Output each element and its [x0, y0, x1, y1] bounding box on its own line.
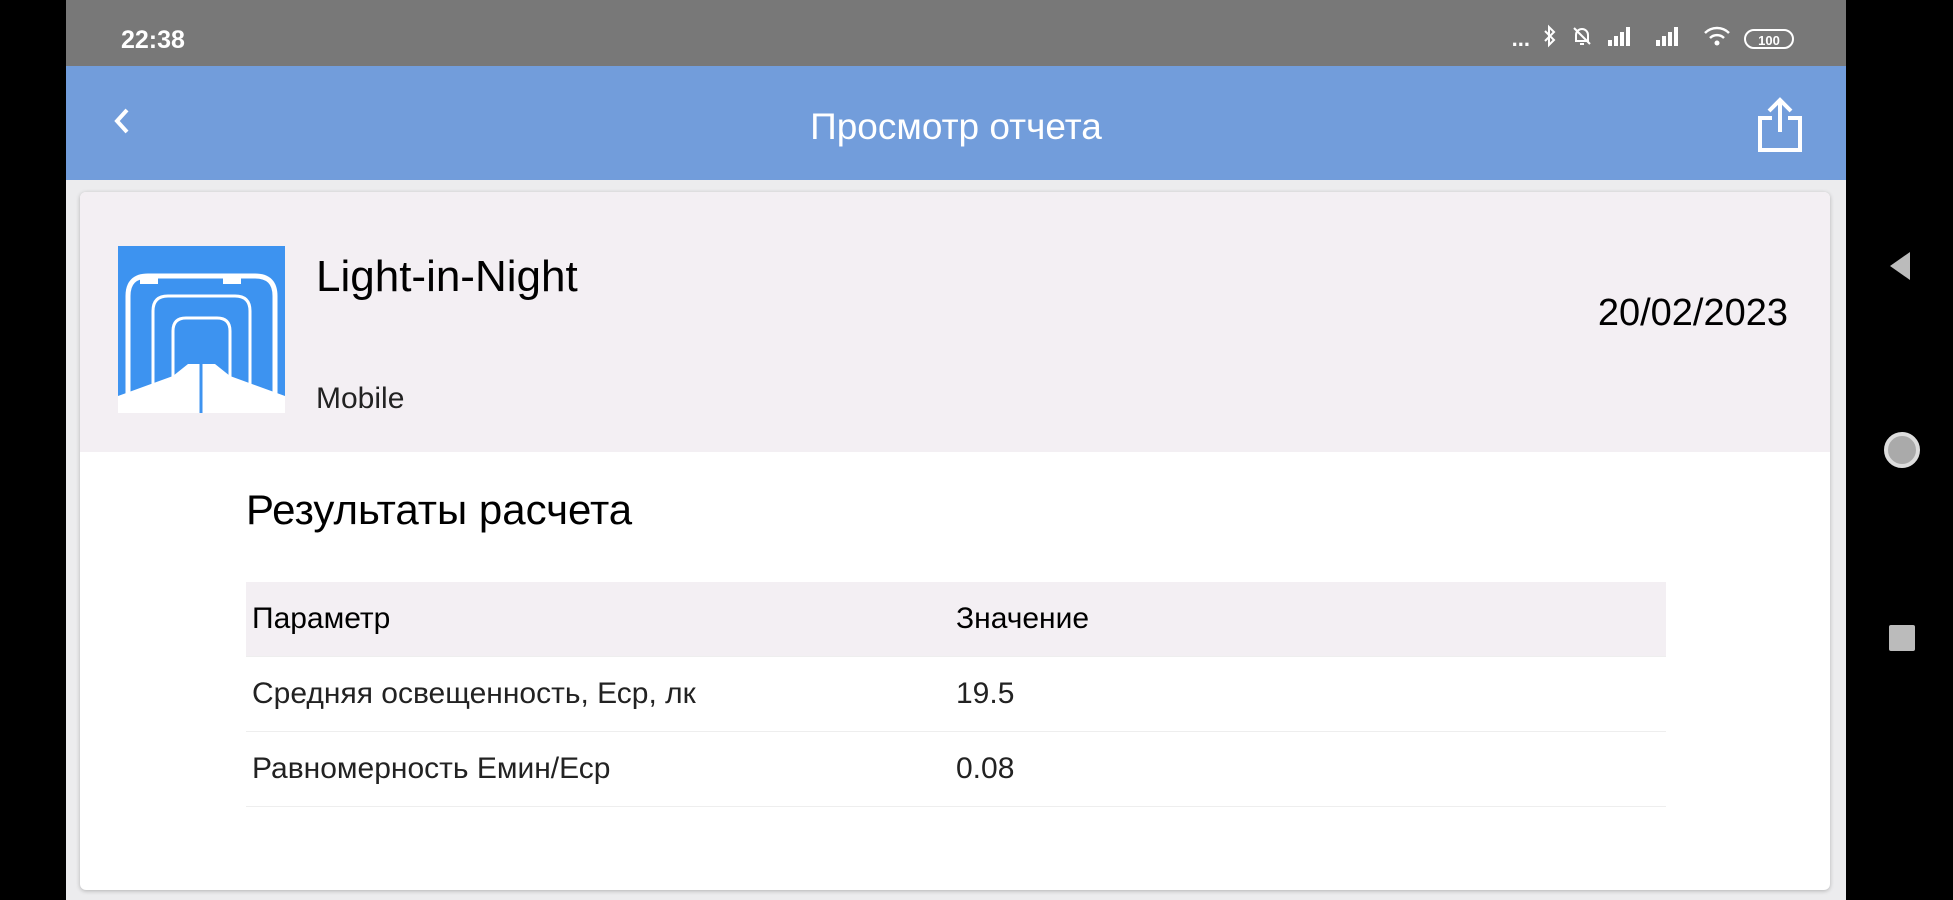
row-value: 19.5	[956, 677, 1015, 710]
status-icons: ... 100	[1512, 24, 1794, 54]
report-card: Light-in-Night Mobile 20/02/2023 Результ…	[80, 192, 1830, 890]
header-value: Значение	[956, 602, 1090, 635]
mute-icon	[1570, 24, 1594, 54]
nav-home-button[interactable]	[1882, 430, 1922, 470]
report-date: 20/02/2023	[1597, 292, 1788, 334]
battery-icon: 100	[1744, 29, 1794, 49]
report-title: Light-in-Night	[316, 252, 578, 301]
row-param: Средняя освещенность, Еср, лк	[252, 677, 696, 710]
nav-recents-icon	[1889, 625, 1915, 651]
row-value: 0.08	[956, 752, 1015, 785]
app-bar: Просмотр отчета	[66, 66, 1846, 180]
table-row: Равномерность Емин/Еср 0.08	[246, 732, 1666, 807]
wifi-icon	[1702, 24, 1732, 54]
nav-back-icon	[1890, 252, 1910, 280]
report-header: Light-in-Night Mobile 20/02/2023	[80, 192, 1830, 452]
bluetooth-icon	[1542, 24, 1558, 54]
more-dots-icon: ...	[1511, 26, 1530, 51]
nav-back-button[interactable]	[1882, 246, 1922, 286]
signal-icon	[1606, 24, 1642, 54]
status-time: 22:38	[121, 26, 185, 54]
phone-screen: 22:38 ... 100 Просмотр отчета Light-in-N…	[66, 0, 1846, 900]
status-bar: 22:38 ... 100	[66, 0, 1846, 66]
app-title: Просмотр отчета	[810, 106, 1102, 147]
system-nav-bar	[1846, 0, 1953, 900]
report-subtitle: Mobile	[316, 382, 405, 415]
nav-recents-button[interactable]	[1882, 618, 1922, 658]
table-row: Средняя освещенность, Еср, лк 19.5	[246, 657, 1666, 732]
results-table: Параметр Значение Средняя освещенность, …	[246, 582, 1666, 807]
results-title: Результаты расчета	[246, 486, 633, 533]
signal-icon-2	[1654, 24, 1690, 54]
table-header-row: Параметр Значение	[246, 582, 1666, 657]
nav-home-icon	[1884, 432, 1920, 468]
share-icon	[1758, 97, 1802, 152]
row-param: Равномерность Емин/Еср	[252, 752, 611, 785]
app-logo	[118, 246, 285, 413]
header-param: Параметр	[252, 602, 391, 635]
share-button[interactable]	[1748, 92, 1812, 156]
